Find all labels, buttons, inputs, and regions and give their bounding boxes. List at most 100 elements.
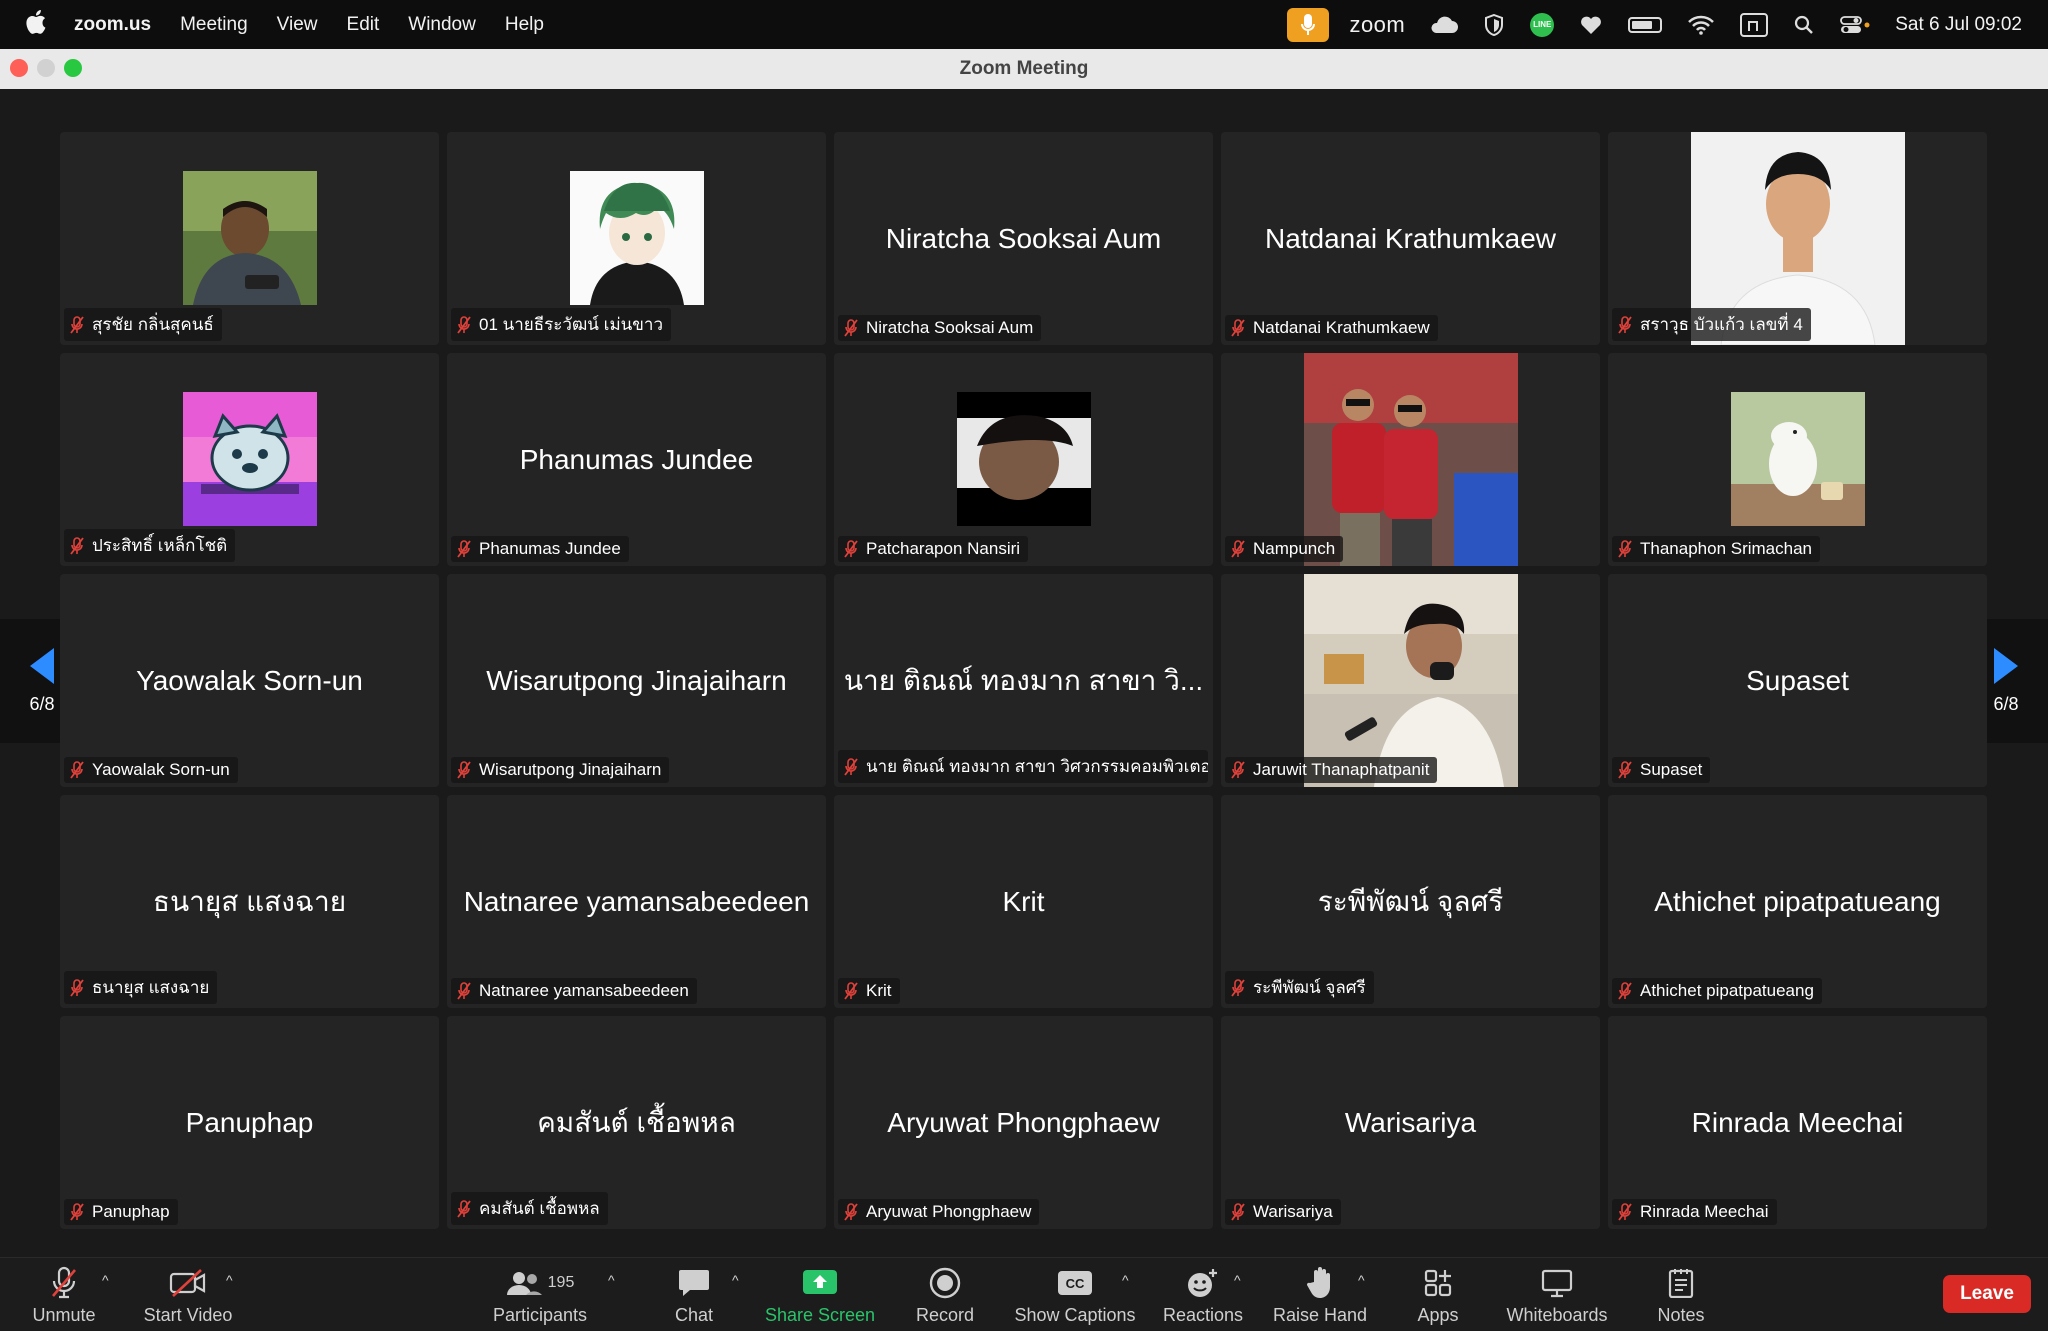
start-video-label: Start Video bbox=[143, 1305, 233, 1325]
heart-icon[interactable] bbox=[1580, 10, 1602, 40]
notes-button[interactable]: Notes bbox=[1650, 1264, 1712, 1326]
participant-tile[interactable]: ระพีพัฒน์ จุลศรี ระพีพัฒน์ จุลศรี bbox=[1221, 795, 1600, 1008]
muted-mic-icon bbox=[457, 1199, 471, 1218]
menu-meeting[interactable]: Meeting bbox=[180, 14, 248, 36]
participant-name-label: Yaowalak Sorn-un bbox=[64, 757, 238, 783]
whiteboards-label: Whiteboards bbox=[1506, 1305, 1608, 1325]
participant-display-name: Yaowalak Sorn-un bbox=[136, 664, 363, 696]
participant-name-label: Athichet pipatpatueang bbox=[1612, 978, 1822, 1004]
participant-tile[interactable]: Wisarutpong Jinajaiharn Wisarutpong Jinaj… bbox=[447, 574, 826, 787]
wifi-icon[interactable] bbox=[1688, 10, 1715, 40]
participants-label: Participants bbox=[492, 1305, 588, 1325]
participant-photo bbox=[182, 171, 317, 305]
participant-name-label: Aryuwat Phongphaew bbox=[838, 1199, 1040, 1225]
participant-tile[interactable]: Yaowalak Sorn-un Yaowalak Sorn-un bbox=[60, 574, 439, 787]
battery-icon[interactable] bbox=[1628, 16, 1663, 33]
chat-options-caret[interactable]: ^ bbox=[732, 1272, 739, 1288]
window-close-button[interactable] bbox=[10, 59, 28, 77]
app-menu-zoom[interactable]: zoom.us bbox=[74, 14, 151, 36]
record-button[interactable]: Record bbox=[910, 1264, 980, 1326]
apps-icon bbox=[1423, 1265, 1453, 1301]
cloud-icon[interactable] bbox=[1428, 10, 1459, 40]
reactions-options-caret[interactable]: ^ bbox=[1234, 1272, 1241, 1288]
participant-name-label: Natdanai Krathumkaew bbox=[1225, 315, 1438, 341]
participant-tile[interactable]: Athichet pipatpatueang Athichet pipatpatu… bbox=[1608, 795, 1987, 1008]
window-zoom-button[interactable] bbox=[64, 59, 82, 77]
whiteboards-button[interactable]: Whiteboards bbox=[1502, 1264, 1612, 1326]
window-minimize-button[interactable] bbox=[37, 59, 55, 77]
audio-options-caret[interactable]: ^ bbox=[102, 1272, 109, 1288]
raise-hand-button[interactable]: Raise Hand bbox=[1268, 1264, 1372, 1326]
share-screen-button[interactable]: Share Screen bbox=[764, 1264, 876, 1326]
participant-tile[interactable]: ประสิทธิ์ เหล็กโชติ bbox=[60, 353, 439, 566]
muted-mic-icon bbox=[1231, 761, 1245, 779]
start-video-button[interactable]: Start Video bbox=[138, 1264, 238, 1326]
unmute-button[interactable]: Unmute bbox=[24, 1264, 104, 1326]
participant-tile[interactable]: Panuphap Panuphap bbox=[60, 1016, 439, 1229]
participant-tile[interactable]: Krit Krit bbox=[834, 795, 1213, 1008]
raise-hand-options-caret[interactable]: ^ bbox=[1358, 1272, 1365, 1288]
shield-icon[interactable] bbox=[1484, 10, 1504, 40]
captions-options-caret[interactable]: ^ bbox=[1122, 1272, 1129, 1288]
participant-tile[interactable]: สุรชัย กลิ่นสุคนธ์ bbox=[60, 132, 439, 345]
muted-mic-icon bbox=[1618, 1203, 1632, 1221]
participant-tile[interactable]: Thanaphon Srimachan bbox=[1608, 353, 1987, 566]
participant-tile[interactable]: Nampunch bbox=[1221, 353, 1600, 566]
chat-button[interactable]: Chat bbox=[664, 1264, 724, 1326]
gallery-view: 6/8 6/8 สุรชัย กลิ่นสุคนธ์ 01 นายธีระวัฒน… bbox=[0, 89, 2048, 1257]
leave-meeting-button[interactable]: Leave bbox=[1943, 1275, 2031, 1313]
captions-icon: CC bbox=[1057, 1265, 1093, 1301]
participant-tile[interactable]: นาย ติณณ์ ทองมาก สาขา วิ... นาย ติณณ์ ทอง… bbox=[834, 574, 1213, 787]
participant-tile[interactable]: Jaruwit Thanaphatpanit bbox=[1221, 574, 1600, 787]
zoom-status-menu[interactable]: zoom bbox=[1349, 12, 1405, 38]
apple-menu-icon[interactable] bbox=[26, 9, 56, 40]
raise-hand-icon bbox=[1306, 1265, 1334, 1301]
microphone-in-use-icon[interactable] bbox=[1287, 7, 1330, 42]
participant-tile[interactable]: ธนายุส แสงฉาย ธนายุส แสงฉาย bbox=[60, 795, 439, 1008]
menu-edit[interactable]: Edit bbox=[347, 14, 380, 36]
participant-name-label: Patcharapon Nansiri bbox=[838, 536, 1029, 562]
menu-window[interactable]: Window bbox=[408, 14, 476, 36]
participant-tile[interactable]: Aryuwat Phongphaew Aryuwat Phongphaew bbox=[834, 1016, 1213, 1229]
muted-mic-icon bbox=[457, 761, 471, 779]
participant-tile[interactable]: Phanumas Jundee Phanumas Jundee bbox=[447, 353, 826, 566]
participant-tile[interactable]: Warisariya Warisariya bbox=[1221, 1016, 1600, 1229]
participants-button[interactable]: 195 Participants bbox=[488, 1264, 592, 1326]
participant-tile[interactable]: 01 นายธีระวัฒน์ เม่นขาว bbox=[447, 132, 826, 345]
participant-display-name: Rinrada Meechai bbox=[1691, 1106, 1904, 1138]
muted-mic-icon bbox=[70, 978, 84, 997]
control-center-icon[interactable] bbox=[1840, 10, 1870, 40]
menu-help[interactable]: Help bbox=[505, 14, 544, 36]
participants-count: 195 bbox=[547, 1274, 575, 1291]
participant-name: ระพีพัฒน์ จุลศรี bbox=[1253, 978, 1366, 997]
participant-tile[interactable]: Natnaree yamansabeedeen Natnaree yamansab… bbox=[447, 795, 826, 1008]
participant-name: สุรชัย กลิ่นสุคนธ์ bbox=[92, 315, 214, 334]
participant-name-label: คมสันต์ เชื้อพหล bbox=[451, 1192, 608, 1225]
video-options-caret[interactable]: ^ bbox=[226, 1272, 233, 1288]
participant-tile[interactable]: Natdanai Krathumkaew Natdanai Krathumkaew bbox=[1221, 132, 1600, 345]
participant-name-label: Nampunch bbox=[1225, 536, 1344, 562]
participant-name-label: Natnaree yamansabeedeen bbox=[451, 978, 697, 1004]
participant-name: Supaset bbox=[1640, 760, 1703, 779]
participant-display-name: Natnaree yamansabeedeen bbox=[463, 885, 810, 917]
participant-name: Phanumas Jundee bbox=[479, 539, 621, 558]
muted-mic-icon bbox=[1231, 978, 1245, 997]
muted-mic-icon bbox=[1618, 982, 1632, 1000]
participant-tile[interactable]: คมสันต์ เชื้อพหล คมสันต์ เชื้อพหล bbox=[447, 1016, 826, 1229]
video-off-icon bbox=[169, 1265, 207, 1301]
menubar-clock[interactable]: Sat 6 Jul 09:02 bbox=[1895, 14, 2022, 36]
input-source-icon[interactable] bbox=[1740, 12, 1769, 37]
participant-name-label: Jaruwit Thanaphatpanit bbox=[1225, 757, 1438, 783]
menu-view[interactable]: View bbox=[277, 14, 318, 36]
apps-button[interactable]: Apps bbox=[1408, 1264, 1468, 1326]
window-title-bar: Zoom Meeting bbox=[0, 49, 2048, 89]
participant-tile[interactable]: สราวุธ บัวแก้ว เลขที่ 4 bbox=[1608, 132, 1987, 345]
participant-tile[interactable]: Patcharapon Nansiri bbox=[834, 353, 1213, 566]
line-app-icon[interactable]: LINE bbox=[1530, 12, 1555, 37]
participants-options-caret[interactable]: ^ bbox=[608, 1272, 615, 1288]
participant-tile[interactable]: Niratcha Sooksai Aum Niratcha Sooksai Aum bbox=[834, 132, 1213, 345]
spotlight-search-icon[interactable] bbox=[1794, 10, 1814, 40]
participant-tile[interactable]: Rinrada Meechai Rinrada Meechai bbox=[1608, 1016, 1987, 1229]
participant-tile[interactable]: Supaset Supaset bbox=[1608, 574, 1987, 787]
show-captions-button[interactable]: CC Show Captions bbox=[1014, 1264, 1136, 1326]
